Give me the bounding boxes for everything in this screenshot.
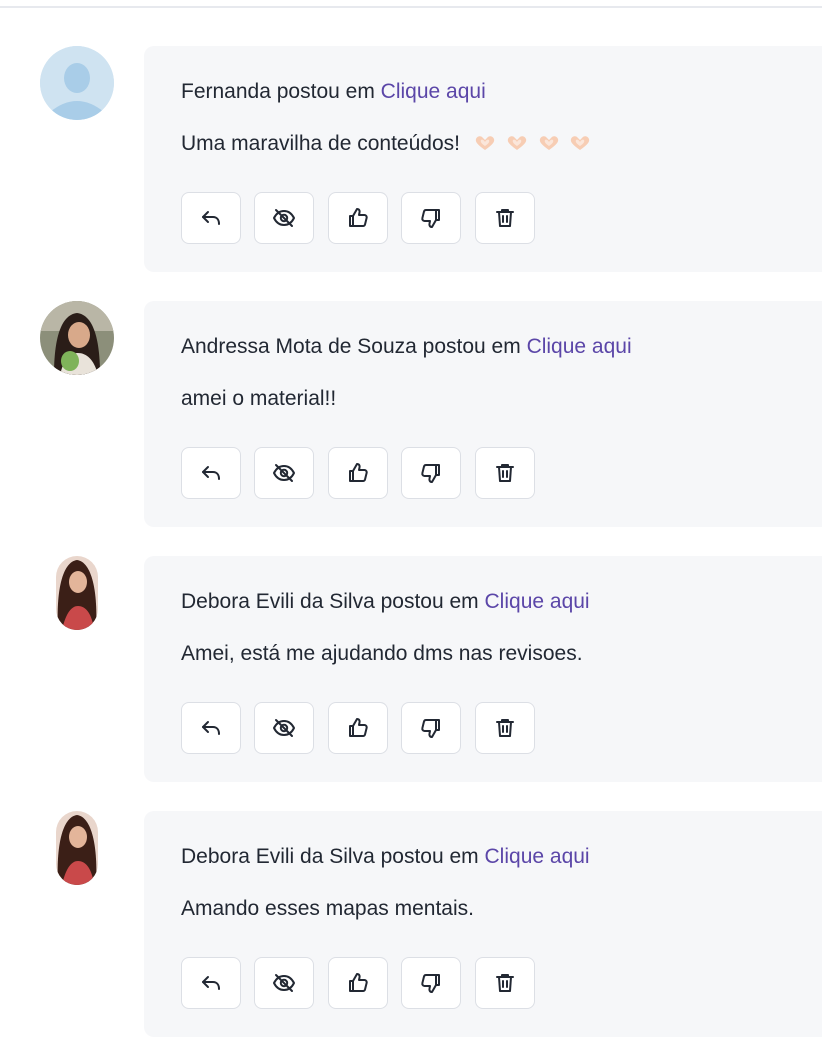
avatar (56, 811, 98, 885)
reply-icon (202, 976, 220, 990)
thumbs-down-icon (421, 974, 440, 993)
post-verb: postou em (380, 845, 479, 868)
comment-item: Fernanda postou em Clique aqui Uma marav… (0, 46, 822, 272)
post-verb: postou em (422, 335, 521, 358)
thumbs-up-icon (349, 463, 368, 482)
like-button[interactable] (328, 447, 388, 499)
comment-body: Uma maravilha de conteúdos! (181, 132, 460, 155)
delete-button[interactable] (475, 702, 535, 754)
heart-hands-icon (571, 136, 590, 150)
default-avatar-icon (40, 46, 114, 120)
comment-body: Amei, está me ajudando dms nas revisoes. (181, 642, 583, 665)
post-verb: postou em (276, 80, 375, 103)
post-link[interactable]: Clique aqui (485, 845, 590, 868)
delete-button[interactable] (475, 192, 535, 244)
user-photo-icon (56, 811, 98, 885)
reply-icon (202, 211, 220, 225)
dislike-button[interactable] (401, 447, 461, 499)
thumbs-down-icon (421, 464, 440, 483)
hide-icon (273, 209, 295, 227)
avatar (40, 46, 114, 120)
heart-hands-emoji-row (474, 134, 596, 158)
heart-hands-icon (507, 136, 526, 150)
author-name: Debora Evili da Silva (181, 590, 375, 613)
thumbs-up-icon (349, 973, 368, 992)
dislike-button[interactable] (401, 192, 461, 244)
user-photo-icon (56, 556, 98, 630)
trash-icon (496, 464, 514, 482)
hide-button[interactable] (254, 192, 314, 244)
author-name: Fernanda (181, 80, 271, 103)
trash-icon (496, 719, 514, 737)
hide-icon (273, 464, 295, 482)
reply-button[interactable] (181, 192, 241, 244)
delete-button[interactable] (475, 957, 535, 1009)
hide-icon (273, 974, 295, 992)
reply-icon (202, 721, 220, 735)
comment-header: Andressa Mota de Souza postou em Clique … (181, 335, 632, 359)
like-button[interactable] (328, 702, 388, 754)
comment-header: Fernanda postou em Clique aqui (181, 80, 486, 104)
comment-text: amei o material!! (181, 387, 336, 411)
reply-button[interactable] (181, 447, 241, 499)
heart-hands-icon (475, 136, 495, 150)
reply-button[interactable] (181, 702, 241, 754)
top-divider (0, 6, 822, 8)
dislike-button[interactable] (401, 702, 461, 754)
post-verb: postou em (380, 590, 479, 613)
like-button[interactable] (328, 957, 388, 1009)
heart-hands-icon (539, 136, 558, 150)
delete-button[interactable] (475, 447, 535, 499)
thumbs-down-icon (421, 719, 440, 738)
comment-body: Amando esses mapas mentais. (181, 897, 474, 920)
hide-button[interactable] (254, 702, 314, 754)
author-name: Debora Evili da Silva (181, 845, 375, 868)
comment-header: Debora Evili da Silva postou em Clique a… (181, 590, 590, 614)
comment-item: Andressa Mota de Souza postou em Clique … (0, 301, 822, 527)
trash-icon (496, 974, 514, 992)
user-photo-icon (40, 301, 114, 375)
comment-item: Debora Evili da Silva postou em Clique a… (0, 556, 822, 782)
like-button[interactable] (328, 192, 388, 244)
author-name: Andressa Mota de Souza (181, 335, 417, 358)
comment-text: Amei, está me ajudando dms nas revisoes. (181, 642, 583, 666)
trash-icon (496, 209, 514, 227)
reply-button[interactable] (181, 957, 241, 1009)
avatar (56, 556, 98, 630)
reply-icon (202, 466, 220, 480)
post-link[interactable]: Clique aqui (485, 590, 590, 613)
hide-icon (273, 719, 295, 737)
thumbs-up-icon (349, 208, 368, 227)
comment-header: Debora Evili da Silva postou em Clique a… (181, 845, 590, 869)
comment-text: Uma maravilha de conteúdos! (181, 132, 595, 158)
post-link[interactable]: Clique aqui (527, 335, 632, 358)
thumbs-down-icon (421, 209, 440, 228)
thumbs-up-icon (349, 718, 368, 737)
hide-button[interactable] (254, 447, 314, 499)
comment-text: Amando esses mapas mentais. (181, 897, 474, 921)
comment-item: Debora Evili da Silva postou em Clique a… (0, 811, 822, 1037)
comment-body: amei o material!! (181, 387, 337, 410)
avatar (40, 301, 114, 375)
hide-button[interactable] (254, 957, 314, 1009)
dislike-button[interactable] (401, 957, 461, 1009)
post-link[interactable]: Clique aqui (381, 80, 486, 103)
